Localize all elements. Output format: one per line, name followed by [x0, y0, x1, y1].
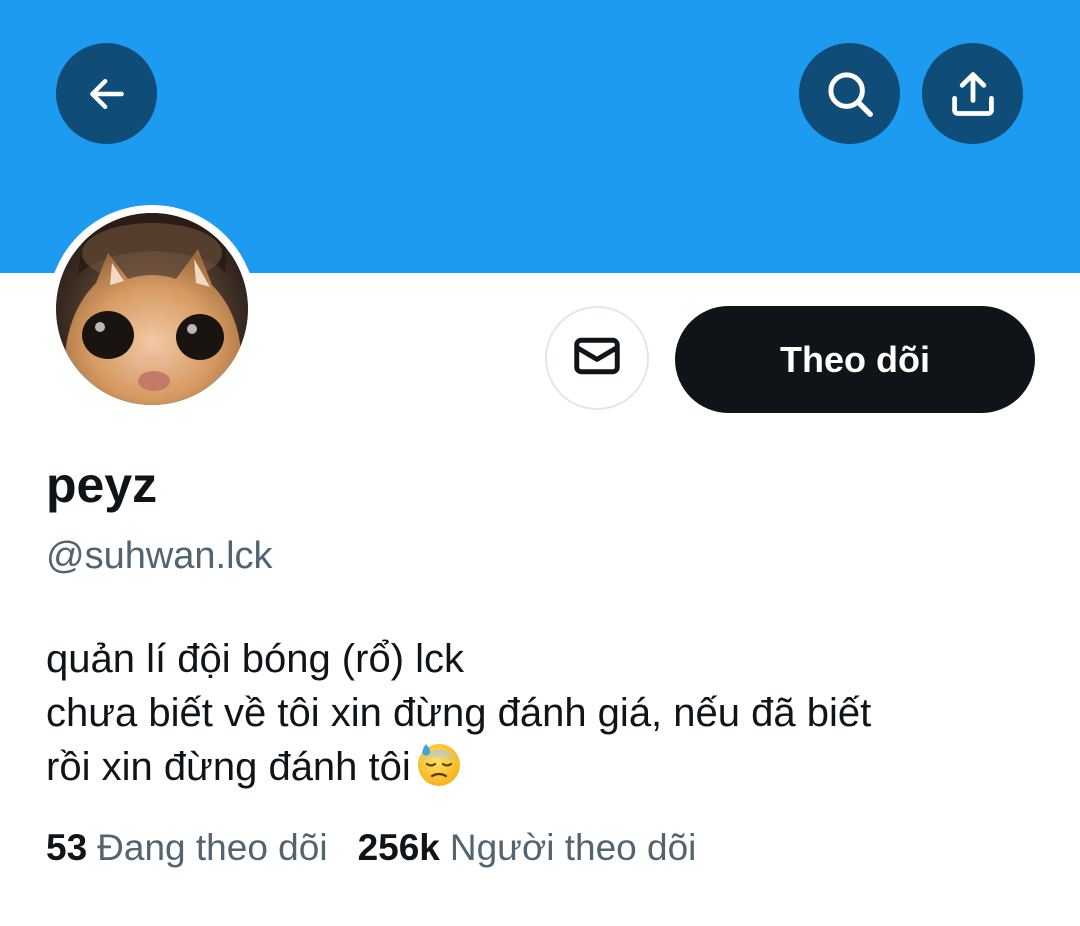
following-count: 53	[46, 827, 88, 868]
follow-button-label: Theo dõi	[780, 338, 930, 380]
bio-line: chưa biết về tôi xin đừng đánh giá, nếu …	[46, 691, 872, 735]
avatar[interactable]	[56, 213, 248, 405]
bio-line-text: rồi xin đừng đánh tôi	[46, 745, 411, 789]
profile-bio: quản lí đội bóng (rổ) lck chưa biết về t…	[46, 632, 1046, 794]
arrow-left-icon	[85, 72, 129, 116]
followers-count: 256k	[357, 827, 440, 868]
bio-line-last: rồi xin đừng đánh tôi	[46, 740, 1046, 794]
user-handle: @suhwan.lck	[46, 535, 273, 577]
search-icon	[823, 67, 877, 121]
message-button[interactable]	[545, 306, 649, 410]
display-name: peyz	[46, 457, 158, 513]
back-button[interactable]	[56, 43, 157, 144]
search-button[interactable]	[799, 43, 900, 144]
following-label: Đang theo dõi	[97, 827, 328, 868]
following-stat[interactable]: 53 Đang theo dõi	[46, 824, 328, 872]
followers-stat[interactable]: 256k Người theo dõi	[358, 824, 697, 872]
bio-line: quản lí đội bóng (rổ) lck	[46, 637, 465, 681]
follow-button[interactable]: Theo dõi	[675, 306, 1035, 413]
profile-stats: 53 Đang theo dõi 256k Người theo dõi	[46, 824, 696, 872]
avatar-ring	[48, 205, 256, 413]
share-button[interactable]	[922, 43, 1023, 144]
profile-page: Theo dõi peyz @suhwan.lck quản lí đội bó…	[0, 0, 1080, 926]
downcast-face-with-sweat-icon	[415, 740, 463, 788]
share-icon	[947, 68, 999, 120]
followers-label: Người theo dõi	[449, 827, 697, 868]
mail-icon	[570, 329, 624, 388]
